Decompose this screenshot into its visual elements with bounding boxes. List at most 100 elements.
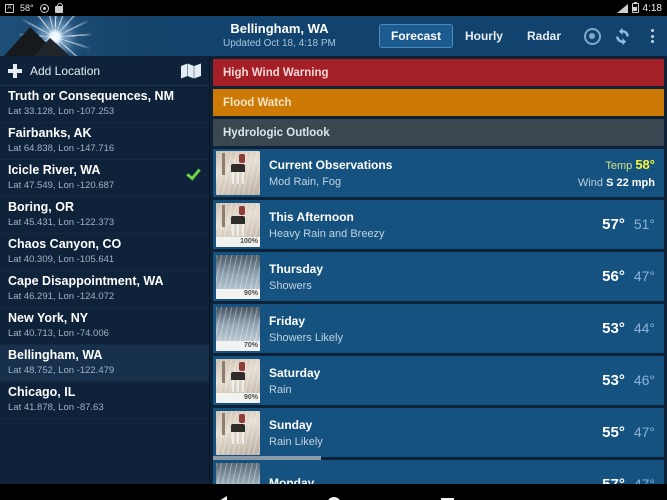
back-icon[interactable] <box>214 496 227 500</box>
forecast-desc: Heavy Rain and Breezy <box>269 228 602 240</box>
location-coords: Lat 48.752, Lon -122.479 <box>8 364 201 377</box>
circle-icon <box>40 4 49 13</box>
forecast-desc: Rain Likely <box>269 436 602 448</box>
gps-location-button[interactable] <box>577 21 607 51</box>
lock-icon <box>55 6 63 13</box>
location-coords: Lat 41.878, Lon -87.63 <box>8 401 201 414</box>
forecast-high: 57° <box>602 216 625 233</box>
list-item-selected[interactable]: Bellingham, WA Lat 48.752, Lon -122.479 <box>0 345 209 382</box>
forecast-low: 46° <box>634 372 655 388</box>
refresh-icon <box>613 27 632 46</box>
overflow-menu-button[interactable] <box>637 21 667 51</box>
location-coords: Lat 40.713, Lon -74.006 <box>8 327 201 340</box>
tab-radar[interactable]: Radar <box>515 24 573 48</box>
location-name: Boring, OR <box>8 200 201 215</box>
list-item[interactable]: Cape Disappointment, WA Lat 46.291, Lon … <box>0 271 209 308</box>
list-item[interactable]: Chaos Canyon, CO Lat 40.309, Lon -105.64… <box>0 234 209 271</box>
list-item[interactable]: New York, NY Lat 40.713, Lon -74.006 <box>0 308 209 345</box>
wind-value: S 22 mph <box>606 177 655 189</box>
monday-icon <box>216 463 260 485</box>
forecast-high: 56° <box>602 268 625 285</box>
overflow-menu-icon <box>651 29 654 43</box>
tab-forecast[interactable]: Forecast <box>379 24 453 48</box>
signal-icon <box>617 4 628 13</box>
rain-likely-icon <box>216 411 260 455</box>
forecast-day: This Afternoon <box>269 210 602 224</box>
location-name: Truth or Consequences, NM <box>8 89 201 104</box>
list-item[interactable]: Fairbanks, AK Lat 64.838, Lon -147.716 <box>0 123 209 160</box>
main-area: Add Location Truth or Consequences, NM L… <box>0 56 667 484</box>
heavy-rain-icon: 100% <box>216 203 260 247</box>
list-item[interactable]: Boring, OR Lat 45.431, Lon -122.373 <box>0 197 209 234</box>
sun-over-mountain-logo <box>0 16 210 56</box>
forecast-panel[interactable]: High Wind Warning Flood Watch Hydrologic… <box>210 56 667 484</box>
location-name: Chicago, IL <box>8 385 201 400</box>
add-location-button[interactable]: Add Location <box>0 56 209 86</box>
location-coords: Lat 64.838, Lon -147.716 <box>8 142 201 155</box>
forecast-desc: Rain <box>269 384 602 396</box>
refresh-button[interactable] <box>607 21 637 51</box>
forecast-day: Monday <box>269 476 602 485</box>
location-name: New York, NY <box>8 311 201 326</box>
forecast-high: 53° <box>602 372 625 389</box>
current-temp: Temp 58° <box>578 157 655 172</box>
alert-high-wind-warning[interactable]: High Wind Warning <box>213 59 664 86</box>
android-status-bar: A 58° 4:18 <box>0 0 667 16</box>
forecast-row[interactable]: Monday 57° 47° <box>213 460 664 484</box>
location-name: Chaos Canyon, CO <box>8 237 201 252</box>
forecast-high: 53° <box>602 320 625 337</box>
location-list[interactable]: Truth or Consequences, NM Lat 33.128, Lo… <box>0 86 209 484</box>
view-tabs: Forecast Hourly Radar <box>379 24 573 48</box>
location-name: Icicle River, WA <box>8 163 201 178</box>
location-coords: Lat 47.549, Lon -120.687 <box>8 179 201 192</box>
current-observations-row[interactable]: Current Observations Mod Rain, Fog Temp … <box>213 149 664 197</box>
forecast-day: Saturday <box>269 366 602 380</box>
add-location-label: Add Location <box>30 64 173 78</box>
forecast-row[interactable]: Sunday Rain Likely 55° 47° <box>213 408 664 457</box>
precip-percent: 100% <box>216 237 260 247</box>
plus-icon <box>8 64 22 78</box>
battery-icon <box>632 3 639 13</box>
forecast-desc: Showers <box>269 280 602 292</box>
list-item[interactable]: Icicle River, WA Lat 47.549, Lon -120.68… <box>0 160 209 197</box>
location-coords: Lat 45.431, Lon -122.373 <box>8 216 201 229</box>
location-name: Bellingham, WA <box>8 348 201 363</box>
forecast-row[interactable]: 100% This Afternoon Heavy Rain and Breez… <box>213 200 664 249</box>
mountain-shape-secondary <box>34 38 70 56</box>
map-icon[interactable] <box>181 63 201 79</box>
forecast-day: Thursday <box>269 262 602 276</box>
precip-percent: 70% <box>216 341 260 351</box>
current-conditions: Mod Rain, Fog <box>269 176 578 188</box>
location-name: Cape Disappointment, WA <box>8 274 201 289</box>
forecast-day: Friday <box>269 314 602 328</box>
forecast-low: 47° <box>634 424 655 440</box>
current-observations-title: Current Observations <box>269 158 578 172</box>
rain-gauge-icon <box>216 151 260 195</box>
gps-location-icon <box>584 28 601 45</box>
android-navigation-bar <box>0 484 667 500</box>
rain-icon: 90% <box>216 359 260 403</box>
temp-label: Temp <box>605 160 632 172</box>
forecast-desc: Showers Likely <box>269 332 602 344</box>
app-badge-icon: A <box>5 4 14 13</box>
alert-hydrologic-outlook[interactable]: Hydrologic Outlook <box>213 119 664 146</box>
list-item[interactable]: Truth or Consequences, NM Lat 33.128, Lo… <box>0 86 209 123</box>
current-wind: Wind S 22 mph <box>578 177 655 189</box>
forecast-row[interactable]: 90% Thursday Showers 56° 47° <box>213 252 664 301</box>
forecast-row[interactable]: 90% Saturday Rain 53° 46° <box>213 356 664 405</box>
status-temp: 58° <box>20 3 34 13</box>
forecast-low: 44° <box>634 320 655 336</box>
alert-flood-watch[interactable]: Flood Watch <box>213 89 664 116</box>
wind-label: Wind <box>578 177 603 189</box>
scrollbar-thumb[interactable] <box>213 456 321 460</box>
forecast-row[interactable]: 70% Friday Showers Likely 53° 44° <box>213 304 664 353</box>
status-clock: 4:18 <box>643 3 662 14</box>
list-item[interactable]: Chicago, IL Lat 41.878, Lon -87.63 <box>0 382 209 419</box>
precip-percent: 90% <box>216 393 260 403</box>
app-bar: Bellingham, WA Updated Oct 18, 4:18 PM F… <box>0 16 667 56</box>
forecast-low: 47° <box>634 268 655 284</box>
location-coords: Lat 40.309, Lon -105.641 <box>8 253 201 266</box>
location-coords: Lat 33.128, Lon -107.253 <box>8 105 201 118</box>
content-scrollbar[interactable] <box>210 456 667 460</box>
tab-hourly[interactable]: Hourly <box>453 24 515 48</box>
